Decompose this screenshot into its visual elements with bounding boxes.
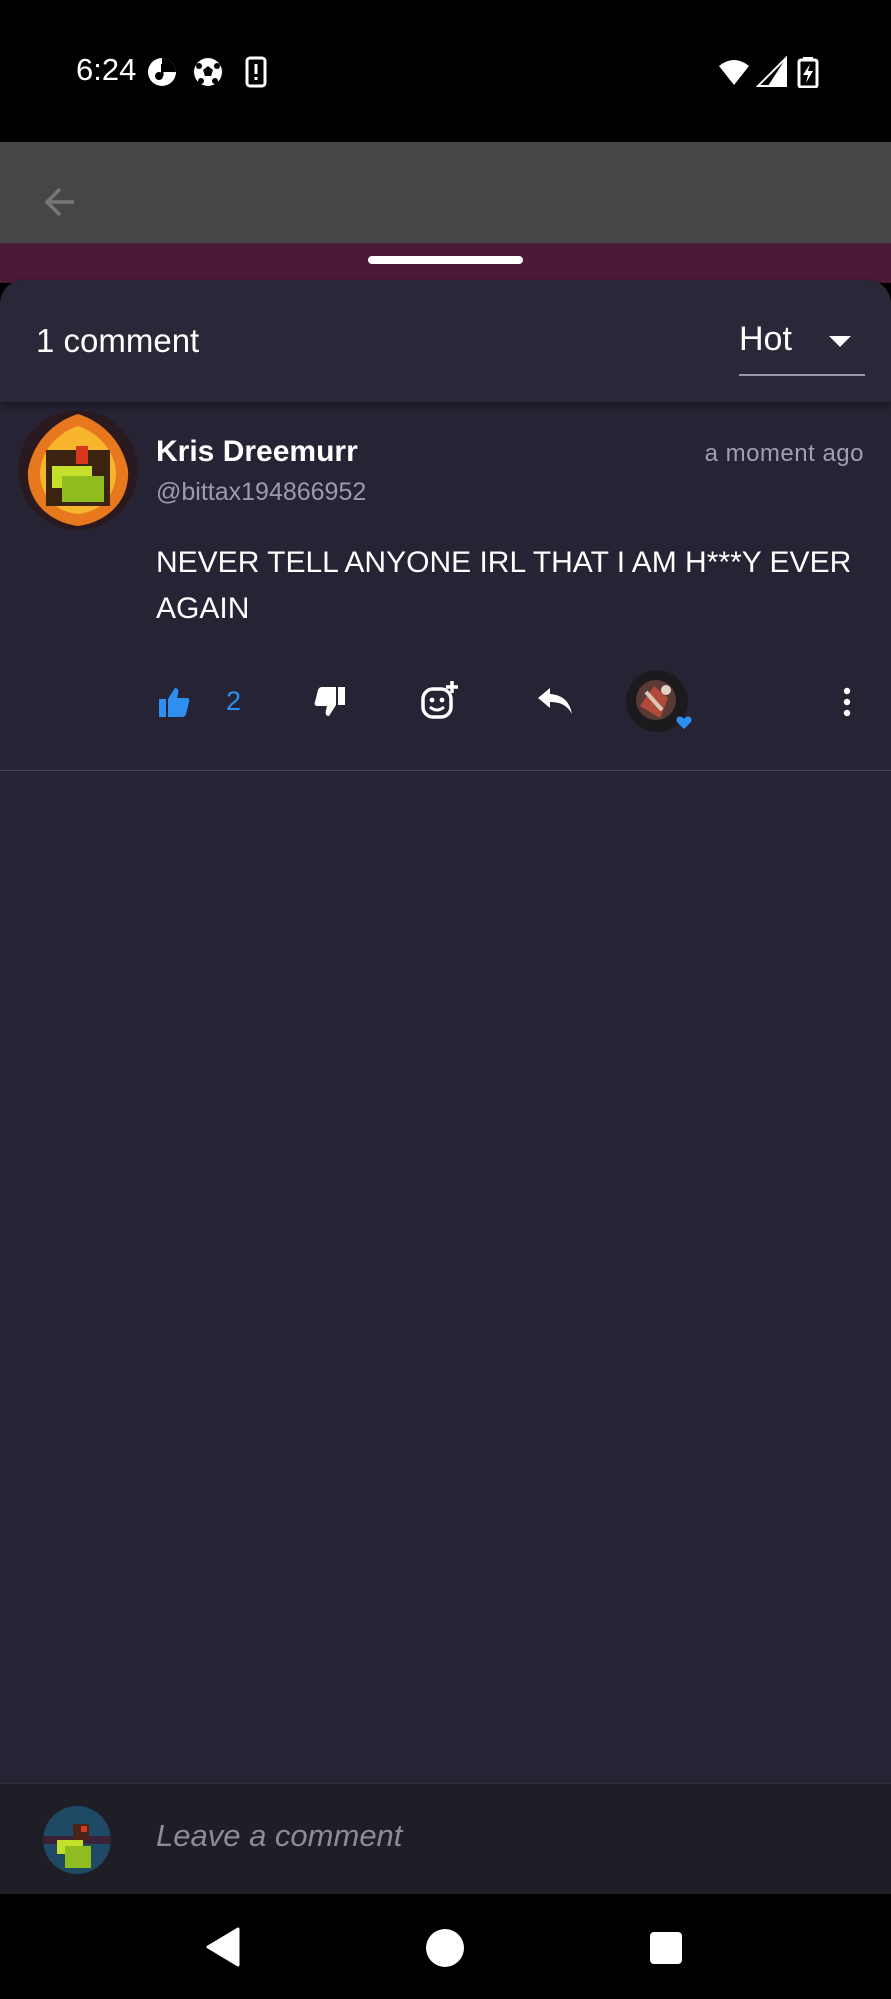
comment-input[interactable]: Leave a comment xyxy=(156,1818,402,1854)
comment-count: 1 comment xyxy=(36,322,200,359)
like-count: 2 xyxy=(226,686,242,716)
comments-sheet xyxy=(0,280,891,1783)
sheet-drag-handle[interactable] xyxy=(368,256,523,264)
sort-dropdown[interactable]: Hot xyxy=(739,318,865,376)
comment-timestamp: a moment ago xyxy=(704,440,864,467)
nav-home-icon[interactable] xyxy=(425,1928,465,1968)
sort-selected-value: Hot xyxy=(739,320,792,358)
author-avatar[interactable] xyxy=(18,410,138,530)
phone-alert-icon xyxy=(245,56,267,88)
nav-back-icon[interactable] xyxy=(204,1926,242,1968)
status-time: 6:24 xyxy=(76,52,137,87)
comment-author-name[interactable]: Kris Dreemurr xyxy=(156,435,358,469)
comment-text: NEVER TELL ANYONE IRL THAT I AM H***Y EV… xyxy=(156,546,852,625)
comment-composer xyxy=(0,1783,891,1895)
add-reaction-icon[interactable] xyxy=(420,680,460,722)
reply-icon[interactable] xyxy=(536,686,574,716)
chevron-down-icon xyxy=(829,336,851,347)
heart-icon xyxy=(676,716,692,729)
comment-divider xyxy=(0,770,891,771)
music-app-icon xyxy=(148,58,176,86)
arrow-back-icon[interactable] xyxy=(40,182,80,222)
signal-icon xyxy=(756,56,787,87)
thumbs-up-icon[interactable] xyxy=(157,685,191,719)
wifi-icon xyxy=(719,60,749,85)
nav-recents-icon[interactable] xyxy=(648,1930,684,1966)
more-options-icon[interactable] xyxy=(841,686,853,718)
comment-author-handle: @bittax194866952 xyxy=(156,478,367,506)
thumbs-down-icon[interactable] xyxy=(313,685,347,719)
app-header xyxy=(0,142,891,243)
soccer-ball-icon xyxy=(194,58,222,86)
battery-charging-icon xyxy=(797,57,819,88)
current-user-avatar xyxy=(43,1806,111,1874)
